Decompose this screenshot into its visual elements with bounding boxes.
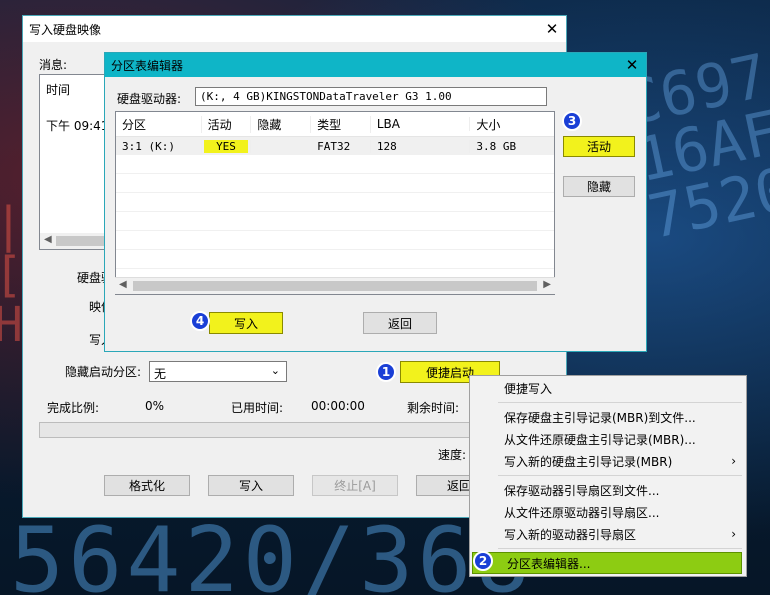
cell-lba: 128 (371, 139, 471, 153)
cell-active: YES (202, 139, 252, 153)
menu-item-label: 保存硬盘主引导记录(MBR)到文件... (504, 410, 696, 425)
menu-item-label: 从文件还原硬盘主引导记录(MBR)... (504, 432, 696, 447)
chevron-right-icon: › (731, 454, 736, 468)
scroll-thumb[interactable] (133, 281, 537, 291)
editor-titlebar: 分区表编辑器 ✕ (105, 53, 646, 77)
chevron-down-icon: ⌄ (270, 364, 280, 377)
time-column-header: 时间 (46, 83, 71, 97)
partition-table: 分区 活动 隐藏 类型 LBA 大小 3:1 (K:) YES FAT32 12… (115, 111, 555, 295)
menu-item-save-boot-sector[interactable]: 保存驱动器引导扇区到文件... (470, 479, 746, 501)
write-button[interactable]: 写入 (208, 475, 294, 496)
speed-label: 速度: (438, 448, 467, 462)
message-label: 消息: (39, 58, 68, 72)
table-row[interactable]: 3:1 (K:) YES FAT32 128 3.8 GB (116, 137, 554, 155)
menu-item-label: 便捷写入 (504, 381, 553, 396)
menu-item-restore-boot-sector[interactable]: 从文件还原驱动器引导扇区... (470, 501, 746, 523)
column-header-hidden[interactable]: 隐藏 (251, 115, 312, 133)
quick-boot-context-menu: 便捷写入 保存硬盘主引导记录(MBR)到文件... 从文件还原硬盘主引导记录(M… (469, 375, 747, 577)
menu-item-write-new-mbr[interactable]: 写入新的硬盘主引导记录(MBR) › (470, 450, 746, 472)
hide-boot-partition-select[interactable]: 无 ⌄ (149, 361, 287, 382)
scroll-left-icon[interactable]: ◀ (44, 234, 52, 245)
drive-select[interactable]: (K:, 4 GB)KINGSTONDataTraveler G3 1.00 (195, 87, 547, 106)
close-icon[interactable]: ✕ (618, 53, 646, 77)
menu-item-label: 分区表编辑器... (507, 556, 591, 571)
menu-item-label: 保存驱动器引导扇区到文件... (504, 483, 660, 498)
editor-back-button[interactable]: 返回 (363, 312, 437, 334)
hide-boot-partition-label: 隐藏启动分区: (65, 365, 142, 379)
step-badge-4: 4 (190, 311, 210, 331)
cell-partition: 3:1 (K:) (116, 139, 202, 153)
column-header-partition[interactable]: 分区 (116, 115, 202, 133)
menu-item-label: 写入新的硬盘主引导记录(MBR) (504, 454, 673, 469)
stop-button[interactable]: 终止[A] (312, 475, 398, 496)
editor-window-title: 分区表编辑器 (111, 58, 184, 73)
step-badge-2: 2 (473, 551, 493, 571)
step-badge-3: 3 (562, 111, 582, 131)
table-hscrollbar[interactable]: ◀ ▶ (115, 277, 555, 294)
background-digits: 56420/368 (10, 508, 534, 595)
main-window-title: 写入硬盘映像 (29, 22, 102, 37)
menu-separator (498, 402, 742, 403)
menu-item-write-new-boot-sector[interactable]: 写入新的驱动器引导扇区 › (470, 523, 746, 545)
column-header-lba[interactable]: LBA (371, 117, 471, 131)
menu-item-restore-mbr[interactable]: 从文件还原硬盘主引导记录(MBR)... (470, 428, 746, 450)
table-header: 分区 活动 隐藏 类型 LBA 大小 (116, 112, 554, 137)
cell-size: 3.8 GB (476, 139, 517, 153)
drive-label: 硬盘驱动器: (117, 92, 182, 106)
menu-item-partition-table-editor[interactable]: 分区表编辑器... (472, 552, 742, 574)
format-button[interactable]: 格式化 (104, 475, 190, 496)
column-header-size[interactable]: 大小 (470, 116, 554, 133)
log-time: 下午 09:41 (46, 119, 109, 133)
menu-item-quick-write[interactable]: 便捷写入 (470, 377, 746, 399)
scroll-left-icon[interactable]: ◀ (119, 279, 127, 290)
column-header-active[interactable]: 活动 (202, 115, 252, 133)
chevron-right-icon: › (731, 527, 736, 541)
column-header-type[interactable]: 类型 (311, 115, 371, 133)
elapsed-time-value: 00:00:00 (311, 399, 365, 413)
scroll-right-icon[interactable]: ▶ (543, 279, 551, 290)
drive-value: (K:, 4 GB)KINGSTONDataTraveler G3 1.00 (200, 90, 452, 103)
write-partition-table-button[interactable]: 写入 (209, 312, 283, 334)
close-icon[interactable]: ✕ (538, 17, 566, 41)
remaining-time-label: 剩余时间: (407, 401, 460, 415)
partition-table-editor-window: 分区表编辑器 ✕ 硬盘驱动器: (K:, 4 GB)KINGSTONDataTr… (104, 52, 647, 352)
background-glyphs-red: |[H (0, 197, 23, 353)
set-active-button[interactable]: 活动 (563, 136, 635, 157)
menu-separator (498, 548, 742, 549)
progress-value: 0% (145, 399, 165, 413)
menu-item-label: 写入新的驱动器引导扇区 (504, 527, 637, 542)
active-yes-highlight: YES (203, 139, 249, 153)
menu-separator (498, 475, 742, 476)
menu-item-label: 从文件还原驱动器引导扇区... (504, 505, 660, 520)
hide-boot-partition-value: 无 (154, 367, 167, 381)
menu-item-save-mbr[interactable]: 保存硬盘主引导记录(MBR)到文件... (470, 406, 746, 428)
step-badge-1: 1 (376, 362, 396, 382)
cell-type: FAT32 (311, 139, 371, 153)
progress-label: 完成比例: (47, 401, 100, 415)
hide-partition-button[interactable]: 隐藏 (563, 176, 635, 197)
elapsed-time-label: 已用时间: (231, 401, 284, 415)
main-titlebar: 写入硬盘映像 ✕ (23, 16, 566, 42)
